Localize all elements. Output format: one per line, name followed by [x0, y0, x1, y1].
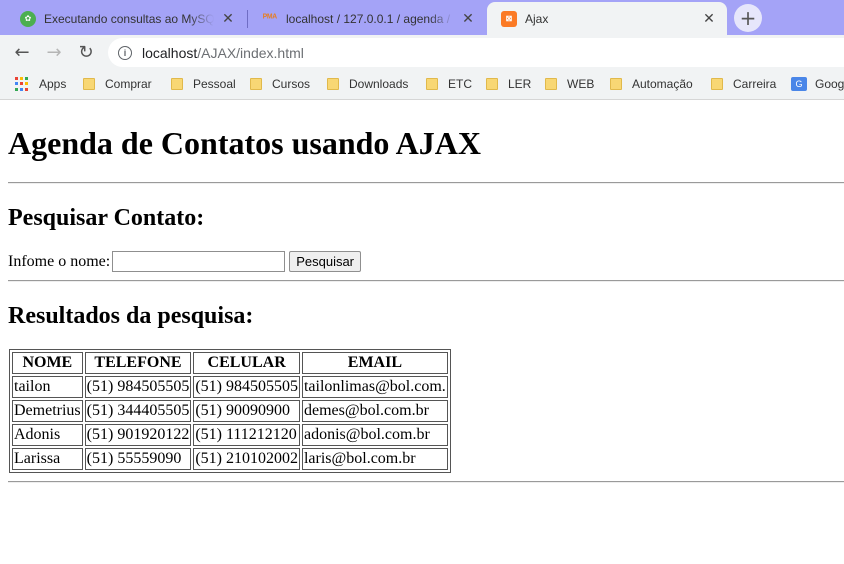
table-row: Larissa (51) 55559090 (51) 210102002 lar… — [12, 448, 448, 470]
plus-icon[interactable]: + — [734, 4, 762, 32]
close-icon[interactable]: ✕ — [460, 10, 476, 27]
results-heading: Resultados da pesquisa: — [8, 303, 254, 329]
cell-telefone: (51) 344405505 — [84, 400, 192, 422]
folder-icon — [545, 78, 557, 90]
table-row: tailon (51) 984505505 (51) 984505505 tai… — [12, 376, 448, 398]
mysql-leaf-icon: ✿ — [20, 10, 36, 27]
page-content: Agenda de Contatos usando AJAX Pesquisar… — [0, 101, 844, 564]
bookmark-apps[interactable]: Apps — [15, 77, 66, 91]
bookmark-label: ETC — [448, 77, 472, 91]
bookmark-label: Pessoal — [193, 77, 236, 91]
column-header: NOME — [12, 352, 83, 374]
cell-email: demes@bol.com.br — [301, 400, 448, 422]
tab-strip: ✿ Executando consultas ao MySQL ✕ ᴾᴹᴬ lo… — [0, 0, 844, 35]
arrow-left-icon[interactable]: ← — [10, 40, 34, 64]
bookmark-etc[interactable]: ETC — [426, 77, 472, 91]
cell-nome: Demetrius — [12, 400, 83, 422]
column-header: EMAIL — [301, 352, 448, 374]
table-row: Adonis (51) 901920122 (51) 111212120 ado… — [12, 424, 448, 446]
folder-icon — [171, 78, 183, 90]
tab-ajax[interactable]: ⊠ Ajax ✕ — [487, 2, 727, 35]
bookmark-google-translate[interactable]: G Goog — [791, 77, 844, 91]
folder-icon — [486, 78, 498, 90]
cell-email: tailonlimas@bol.com. — [301, 376, 448, 398]
table-row: Demetrius (51) 344405505 (51) 90090900 d… — [12, 400, 448, 422]
tab-title: localhost / 127.0.0.1 / agenda / c — [286, 11, 454, 26]
folder-icon — [610, 78, 622, 90]
bookmark-label: WEB — [567, 77, 595, 91]
search-form: Infome o nome: Pesquisar — [8, 251, 362, 272]
url-host: localhost — [142, 44, 198, 61]
bookmark-comprar[interactable]: Comprar — [83, 77, 152, 91]
bookmark-automacao[interactable]: Automação — [610, 77, 693, 91]
results-table: NOME TELEFONE CELULAR EMAIL tailon (51) … — [9, 349, 451, 473]
search-input[interactable] — [112, 251, 286, 272]
bookmark-label: Carreira — [733, 77, 777, 91]
folder-icon — [83, 78, 95, 90]
arrow-right-icon[interactable]: → — [42, 40, 66, 64]
browser-toolbar: ← → ↻ i localhost/AJAX/index.html — [0, 35, 844, 70]
xampp-icon: ⊠ — [501, 10, 517, 27]
bookmark-web[interactable]: WEB — [545, 77, 594, 91]
bookmark-label: Downloads — [349, 77, 409, 91]
divider — [8, 481, 844, 483]
cell-nome: Larissa — [12, 448, 83, 470]
bookmark-label: Comprar — [105, 77, 152, 91]
url-path: /AJAX/index.html — [197, 44, 304, 61]
cell-celular: (51) 111212120 — [193, 424, 300, 446]
bookmark-downloads[interactable]: Downloads — [327, 77, 408, 91]
google-translate-icon: G — [791, 77, 807, 91]
phpmyadmin-icon: ᴾᴹᴬ — [262, 13, 278, 24]
close-icon[interactable]: ✕ — [220, 10, 236, 27]
bookmark-label: LER — [508, 77, 532, 91]
bookmark-carreira[interactable]: Carreira — [711, 77, 776, 91]
cell-telefone: (51) 901920122 — [84, 424, 192, 446]
cell-celular: (51) 984505505 — [193, 376, 300, 398]
bookmark-ler[interactable]: LER — [486, 77, 531, 91]
table-header-row: NOME TELEFONE CELULAR EMAIL — [12, 352, 448, 374]
column-header: TELEFONE — [84, 352, 192, 374]
cell-celular: (51) 90090900 — [193, 400, 300, 422]
cell-telefone: (51) 55559090 — [84, 448, 192, 470]
search-heading: Pesquisar Contato: — [8, 205, 205, 231]
info-icon[interactable]: i — [118, 45, 132, 60]
reload-icon[interactable]: ↻ — [74, 40, 98, 64]
tab-title: Executando consultas ao MySQL — [44, 11, 214, 26]
folder-icon — [250, 78, 262, 90]
search-button[interactable]: Pesquisar — [289, 251, 362, 272]
tab-title: Ajax — [525, 11, 549, 26]
folder-icon — [711, 78, 723, 90]
cell-telefone: (51) 984505505 — [84, 376, 192, 398]
cell-nome: tailon — [12, 376, 83, 398]
close-icon[interactable]: ✕ — [701, 10, 717, 27]
bookmark-label: Goog — [815, 77, 844, 91]
folder-icon — [327, 78, 339, 90]
cell-nome: Adonis — [12, 424, 83, 446]
tab-mysql[interactable]: ✿ Executando consultas ao MySQL ✕ — [6, 2, 246, 35]
bookmark-cursos[interactable]: Cursos — [250, 77, 310, 91]
cell-email: laris@bol.com.br — [301, 448, 448, 470]
tab-phpmyadmin[interactable]: ᴾᴹᴬ localhost / 127.0.0.1 / agenda / c ✕ — [248, 2, 486, 35]
bookmarks-bar: Apps Comprar Pessoal Cursos Downloads ET… — [0, 70, 844, 100]
page-title: Agenda de Contatos usando AJAX — [8, 125, 481, 161]
divider — [8, 280, 844, 282]
address-bar[interactable]: i localhost/AJAX/index.html — [108, 38, 844, 67]
apps-grid-icon — [15, 77, 29, 91]
bookmark-label: Apps — [39, 77, 67, 91]
column-header: CELULAR — [193, 352, 300, 374]
folder-icon — [426, 78, 438, 90]
search-label: Infome o nome: — [8, 252, 111, 270]
cell-celular: (51) 210102002 — [193, 448, 300, 470]
bookmark-label: Cursos — [272, 77, 311, 91]
bookmark-pessoal[interactable]: Pessoal — [171, 77, 236, 91]
divider — [8, 182, 844, 184]
bookmark-label: Automação — [632, 77, 693, 91]
cell-email: adonis@bol.com.br — [301, 424, 448, 446]
